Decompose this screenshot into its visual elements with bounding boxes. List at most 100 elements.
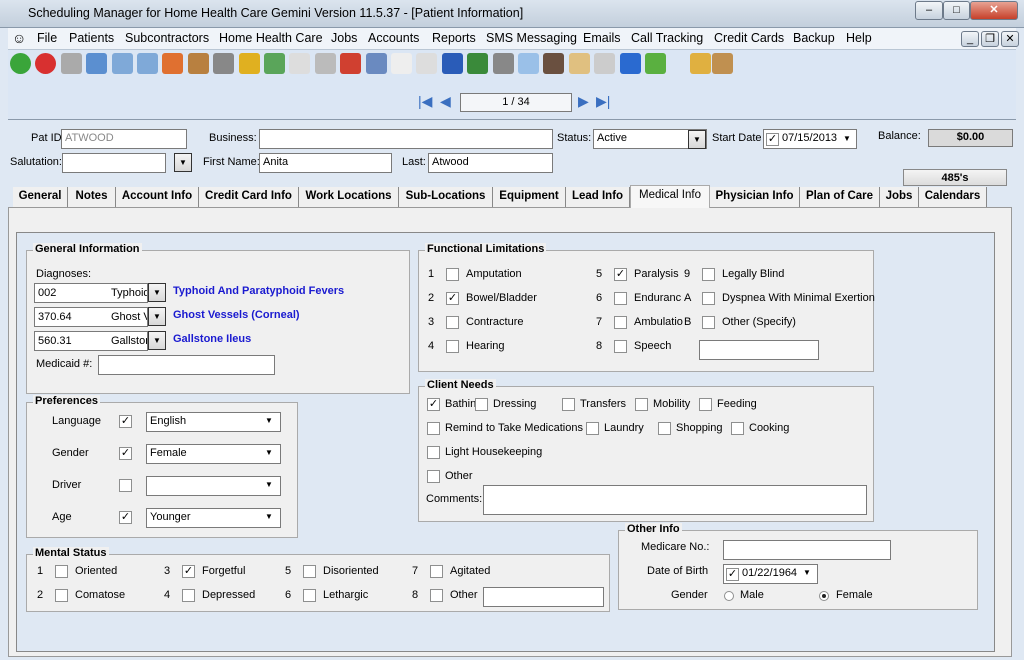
bowel-bladder-checkbox[interactable]: ✓ [446,292,459,305]
first-name-input[interactable]: Anita [259,153,392,173]
menu-emails[interactable]: Emails [583,31,621,45]
485s-button[interactable]: 485's [903,169,1007,186]
email-icon[interactable] [518,53,539,74]
ambulatio-checkbox[interactable] [614,316,627,329]
business-input[interactable] [259,129,553,149]
documents-icon[interactable] [289,53,311,74]
menu-help[interactable]: Help [846,31,872,45]
speech-checkbox[interactable] [614,340,627,353]
menu-sms-messaging[interactable]: SMS Messaging [486,31,577,45]
medicaid-input[interactable] [98,355,275,375]
medicare-input[interactable] [723,540,891,560]
tab-jobs[interactable]: Jobs [880,187,919,207]
female-radio[interactable] [819,591,829,601]
gender-checkbox[interactable]: ✓ [119,447,132,460]
tab-credit-card-info[interactable]: Credit Card Info [199,187,299,207]
menu-accounts[interactable]: Accounts [368,31,419,45]
contact-icon[interactable] [543,53,565,74]
transfers-checkbox[interactable] [562,398,575,411]
money-icon[interactable] [264,53,285,74]
salutation-input[interactable] [62,153,166,173]
calendar-search-icon[interactable] [137,53,158,74]
cooking-checkbox[interactable] [731,422,744,435]
remind-to-take-medications-checkbox[interactable] [427,422,440,435]
disoriented-checkbox[interactable] [303,565,316,578]
tab-work-locations[interactable]: Work Locations [299,187,399,207]
comatose-checkbox[interactable] [55,589,68,602]
chevron-down-icon[interactable]: ▼ [838,130,856,149]
other-checkbox[interactable] [427,470,440,483]
age-select[interactable]: Younger [146,508,281,528]
language-checkbox[interactable]: ✓ [119,415,132,428]
feeding-checkbox[interactable] [699,398,712,411]
menu-patients[interactable]: Patients [69,31,114,45]
clock-icon[interactable] [391,53,412,74]
hearing-checkbox[interactable] [446,340,459,353]
forgetful-checkbox[interactable]: ✓ [182,565,195,578]
globe-mail-icon[interactable] [467,53,489,74]
refresh-icon[interactable] [645,53,666,74]
chevron-down-icon[interactable]: ▼ [174,153,192,172]
dyspnea-with-minimal-exertion-checkbox[interactable] [702,292,715,305]
lethargic-checkbox[interactable] [303,589,316,602]
calculator-icon[interactable] [60,53,82,74]
print-icon[interactable] [492,53,514,74]
pat-id-input[interactable]: ATWOOD [61,129,187,149]
menu-subcontractors[interactable]: Subcontractors [125,31,209,45]
chevron-down-icon[interactable]: ▼ [148,283,166,302]
tab-notes[interactable]: Notes [68,187,116,207]
other-checkbox[interactable] [430,589,443,602]
amputation-checkbox[interactable] [446,268,459,281]
chevron-down-icon[interactable]: ▼ [265,448,273,457]
dressing-checkbox[interactable] [475,398,488,411]
tab-equipment[interactable]: Equipment [493,187,566,207]
exit-icon[interactable] [712,53,733,74]
undo-icon[interactable] [619,53,641,74]
diagnosis-code-input[interactable]: 002 Typhoid [34,283,148,303]
menu-credit-cards[interactable]: Credit Cards [714,31,784,45]
tab-general[interactable]: General [13,187,68,207]
last-record-icon[interactable]: ▶| [596,93,610,110]
prev-record-icon[interactable]: ◀ [440,93,451,110]
phone-list-icon[interactable] [314,53,336,74]
contracture-checkbox[interactable] [446,316,459,329]
enduranc-checkbox[interactable] [614,292,627,305]
tab-physician-info[interactable]: Physician Info [710,187,800,207]
mdi-close-button[interactable]: ✕ [1001,31,1019,47]
pin-icon[interactable] [238,53,260,74]
menu-backup[interactable]: Backup [793,31,835,45]
chevron-down-icon[interactable]: ▼ [265,416,273,425]
mdi-minimize-button[interactable]: _ [961,31,979,47]
search-icon[interactable] [594,53,616,74]
gender-select[interactable]: Female [146,444,281,464]
maximize-button[interactable]: □ [943,1,970,20]
mobility-checkbox[interactable] [635,398,648,411]
language-select[interactable]: English [146,412,281,432]
menu-home-health-care[interactable]: Home Health Care [219,31,323,45]
checklist-icon[interactable] [416,53,438,74]
laundry-checkbox[interactable] [586,422,599,435]
bathing-checkbox[interactable]: ✓ [427,398,440,411]
word-icon[interactable] [441,53,463,74]
menu-call-tracking[interactable]: Call Tracking [631,31,703,45]
alarm-icon[interactable] [340,53,362,74]
tab-sub-locations[interactable]: Sub-Locations [399,187,493,207]
comments-input[interactable] [483,485,867,515]
home-icon[interactable] [187,53,209,74]
mental-other-input[interactable] [483,587,604,607]
calendar-icon[interactable] [162,53,184,74]
clipboard-icon[interactable] [568,53,590,74]
other-specify--checkbox[interactable] [702,316,715,329]
chevron-down-icon[interactable]: ▼ [803,568,811,577]
diagnosis-code-input[interactable]: 560.31 Gallstor [34,331,148,351]
chevron-down-icon[interactable]: ▼ [148,331,166,350]
start-date-checkbox[interactable]: ✓ [766,133,779,146]
diagnosis-code-input[interactable]: 370.64 Ghost V [34,307,148,327]
patient-icon[interactable] [86,53,108,74]
driver-select[interactable] [146,476,281,496]
mdi-restore-button[interactable]: ❐ [981,31,999,47]
close-button[interactable]: ✕ [970,1,1018,20]
legally-blind-checkbox[interactable] [702,268,715,281]
minimize-button[interactable]: – [915,1,943,20]
chevron-down-icon[interactable]: ▼ [265,512,273,521]
